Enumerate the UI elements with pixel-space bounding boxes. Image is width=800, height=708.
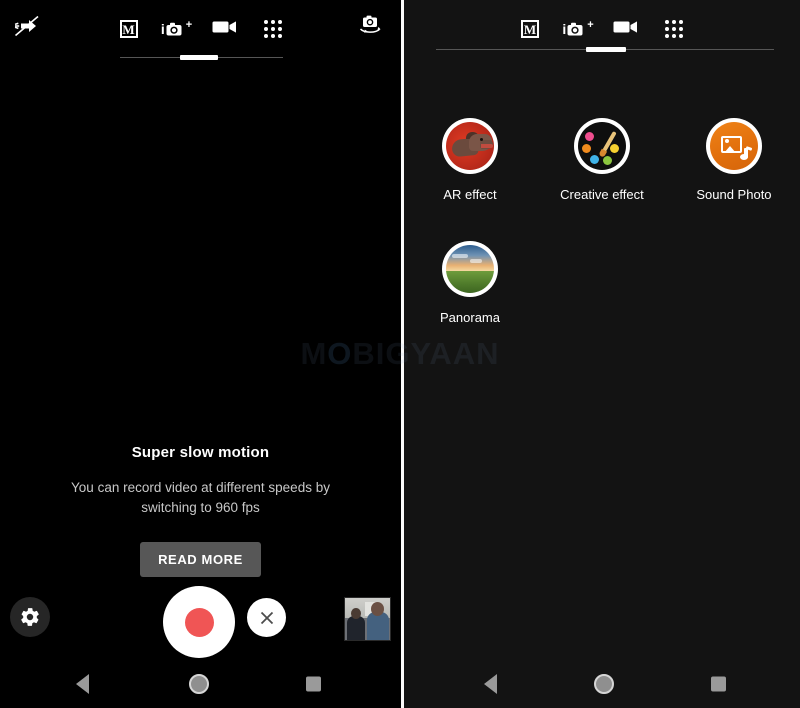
tab-manual[interactable]: M [114,16,144,42]
mode-label: Panorama [440,310,500,325]
mode-sound-photo[interactable]: Sound Photo [668,118,800,202]
left-tab-indicator-track [120,55,283,60]
mode-row-1: AR effect Creative effect Sound Photo [404,118,800,202]
ar-effect-icon-wrap [441,118,498,174]
tab-manual[interactable]: M [515,16,545,42]
mode-slot-empty [668,241,800,325]
manual-mode-icon: M [521,20,539,38]
thumbnail-person-right [367,602,389,640]
nine-dots-grid-icon [263,20,282,38]
record-button[interactable] [163,586,235,658]
palette-icon [577,122,626,170]
superior-auto-icon: i + [562,19,594,38]
read-more-button[interactable]: READ MORE [140,542,261,577]
slow-motion-message: Super slow motion You can record video a… [0,444,401,577]
recents-nav-icon[interactable] [306,676,321,692]
mode-label: Creative effect [560,187,644,202]
right-screen: M i + AR effect Creative effect Sound Ph… [404,0,800,708]
left-mode-tabs: M i + [0,14,401,44]
mode-grid: AR effect Creative effect Sound Photo Pa… [404,118,800,325]
close-button[interactable] [247,598,286,637]
back-nav-icon[interactable] [484,674,497,694]
back-nav-icon[interactable] [76,674,89,694]
left-android-navbar [0,660,401,708]
mode-panorama[interactable]: Panorama [404,241,536,325]
tab-video[interactable] [210,16,240,42]
sound-photo-icon-wrap [705,118,762,174]
tab-more-modes[interactable] [659,16,689,42]
tab-superior-auto[interactable]: i + [160,16,193,42]
video-camera-icon [212,19,238,40]
sound-photo-icon [709,122,758,170]
mode-slot-empty [536,241,668,325]
record-dot-icon [184,607,214,637]
mode-label: AR effect [443,187,497,202]
superior-auto-icon: i + [160,19,193,38]
recents-nav-icon[interactable] [711,676,726,692]
left-topbar: M i + [0,0,401,62]
mode-creative-effect[interactable]: Creative effect [536,118,668,202]
home-nav-icon[interactable] [189,674,209,694]
manual-mode-icon: M [119,20,138,38]
right-android-navbar [404,660,800,708]
mode-row-2: Panorama [404,241,800,325]
mode-label: Sound Photo [696,187,772,202]
video-camera-icon [613,19,639,40]
thumbnail-person-left [347,608,365,640]
right-topbar: M i + [404,0,800,62]
creative-effect-icon-wrap [573,118,630,174]
gallery-thumbnail[interactable] [344,597,391,641]
right-active-tab-indicator [586,47,626,52]
message-body: You can record video at different speeds… [71,480,330,515]
gear-icon [21,608,39,626]
nine-dots-grid-icon [665,20,683,38]
left-bottom-controls [0,586,401,658]
tab-video[interactable] [611,16,641,42]
screenshot-root: M i + Super slow motion You can record v… [0,0,800,708]
tab-superior-auto[interactable]: i + [562,16,594,42]
mode-ar-effect[interactable]: AR effect [404,118,536,202]
dinosaur-icon [445,122,494,170]
panorama-icon [445,245,494,293]
tab-more-modes[interactable] [258,16,288,42]
left-active-tab-indicator [180,55,218,60]
message-title: Super slow motion [131,444,270,461]
close-icon [260,611,273,624]
home-nav-icon[interactable] [594,674,614,694]
right-tab-indicator-track [436,47,774,52]
left-screen: M i + Super slow motion You can record v… [0,0,401,708]
right-mode-tabs: M i + [404,14,800,44]
switch-camera-icon[interactable] [353,11,387,41]
panorama-icon-wrap [441,241,498,297]
settings-button[interactable] [10,597,50,637]
